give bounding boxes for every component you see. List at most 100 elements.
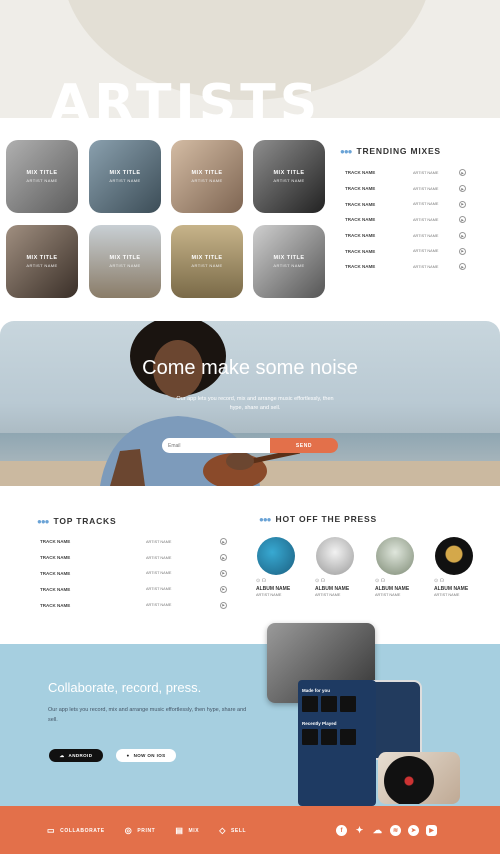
table-row[interactable]: TRACK NAME ARTIST NAME ▶ (340, 165, 500, 181)
footer-link-mix[interactable]: ▤ MIX (175, 826, 199, 835)
mix-card[interactable]: MIX TITLE ARTIST NAME (89, 140, 161, 213)
twitter-icon[interactable]: ✦ (354, 825, 365, 836)
play-icon[interactable]: ⊙ (256, 578, 260, 584)
table-row[interactable]: TRACK NAME ARTIST NAME ▶ (37, 566, 237, 582)
send-button[interactable]: SEND (270, 438, 338, 453)
play-icon[interactable]: ▶ (459, 169, 466, 177)
mix-artist: ARTIST NAME (191, 263, 223, 268)
facebook-icon[interactable]: f (336, 825, 347, 836)
table-row[interactable]: TRACK NAME ARTIST NAME ▶ (37, 550, 237, 566)
mix-title: MIX TITLE (109, 170, 141, 176)
table-row[interactable]: TRACK NAME ARTIST NAME ▶ (37, 581, 237, 597)
album-tile (321, 696, 337, 712)
album-tile (302, 696, 318, 712)
play-icon[interactable]: ▶ (220, 601, 227, 609)
album-tile (340, 696, 356, 712)
mix-artist: ARTIST NAME (109, 178, 141, 183)
album-actions: ⊙ ☊ (256, 578, 306, 584)
play-icon[interactable]: ⊙ (375, 578, 379, 584)
signup-banner: Come make some noise Our app lets you re… (0, 321, 500, 486)
hero-title: ARTISTS (50, 74, 322, 118)
table-row[interactable]: TRACK NAME ARTIST NAME ▶ (340, 243, 500, 259)
play-icon[interactable]: ▶ (220, 554, 227, 562)
mix-card[interactable]: MIX TITLE ARTIST NAME (253, 225, 325, 298)
play-icon[interactable]: ▶ (220, 569, 227, 577)
mix-card[interactable]: MIX TITLE ARTIST NAME (253, 140, 325, 213)
hero-section: ARTISTS (0, 0, 500, 118)
table-row[interactable]: TRACK NAME ARTIST NAME ▶ (37, 534, 237, 550)
table-row[interactable]: TRACK NAME ARTIST NAME ▶ (340, 181, 500, 197)
android-icon: ☁ (59, 752, 65, 758)
vinyl-record (384, 756, 434, 804)
headphones-icon[interactable]: ☊ (440, 578, 444, 584)
play-icon[interactable]: ▶ (459, 263, 466, 271)
headphones-icon[interactable]: ☊ (262, 578, 266, 584)
mix-card[interactable]: MIX TITLE ARTIST NAME (89, 225, 161, 298)
mix-title: MIX TITLE (273, 170, 305, 176)
album-card[interactable]: ⊙ ☊ ALBUM NAME ARTIST NAME (256, 537, 306, 597)
mix-title: MIX TITLE (26, 255, 58, 261)
phone-mockup: Made for you Recently Played (298, 680, 376, 806)
vinyl-photo (378, 752, 460, 804)
mix-card[interactable]: MIX TITLE ARTIST NAME (6, 140, 78, 213)
android-button[interactable]: ☁ ANDROID (49, 749, 103, 762)
headphones-icon[interactable]: ☊ (321, 578, 325, 584)
pinterest-icon[interactable]: ➤ (408, 825, 419, 836)
album-card[interactable]: ⊙ ☊ ALBUM NAME ARTIST NAME (375, 537, 425, 597)
album-cover (316, 537, 354, 575)
youtube-icon[interactable]: ▶ (426, 825, 437, 836)
social-links: f ✦ ☁ ≋ ➤ ▶ (336, 825, 437, 836)
album-card[interactable]: ⊙ ☊ ALBUM NAME ARTIST NAME (315, 537, 365, 597)
play-icon[interactable]: ⊙ (315, 578, 319, 584)
phone-tiles (298, 726, 376, 748)
mix-card[interactable]: MIX TITLE ARTIST NAME (6, 225, 78, 298)
mix-title: MIX TITLE (273, 255, 305, 261)
mix-card[interactable]: MIX TITLE ARTIST NAME (171, 225, 243, 298)
table-row[interactable]: TRACK NAME ARTIST NAME ▶ (340, 212, 500, 228)
press-title: ●●● HOT OFF THE PRESS (259, 514, 377, 524)
mix-title: MIX TITLE (26, 170, 58, 176)
soundcloud-icon[interactable]: ☁ (372, 825, 383, 836)
disc-icon: ◎ (124, 826, 133, 835)
top-tracks-title: ●●● TOP TRACKS (37, 516, 117, 526)
ios-button[interactable]: ● NOW ON IOS (116, 749, 176, 762)
apple-icon: ● (126, 753, 130, 758)
play-icon[interactable]: ⊙ (434, 578, 438, 584)
play-icon[interactable]: ▶ (220, 585, 227, 593)
mix-artist: ARTIST NAME (273, 263, 305, 268)
top-tracks: ●●● TOP TRACKS TRACK NAME ARTIST NAME ▶ TR… (37, 516, 237, 613)
play-icon[interactable]: ▶ (459, 247, 466, 255)
album-cover (435, 537, 473, 575)
dots-icon: ●●● (340, 146, 352, 156)
play-icon[interactable]: ▶ (459, 232, 466, 240)
play-icon[interactable]: ▶ (220, 538, 227, 546)
footer-link-print[interactable]: ◎ PRINT (125, 826, 156, 835)
album-card[interactable]: ⊙ ☊ ALBUM NAME ARTIST NAME (434, 537, 484, 597)
album-actions: ⊙ ☊ (375, 578, 425, 584)
play-icon[interactable]: ▶ (459, 185, 466, 193)
footer-link-collaborate[interactable]: ▭ COLLABORATE (47, 826, 105, 835)
hot-off-the-press: ●●● HOT OFF THE PRESS (259, 514, 494, 524)
mix-artist: ARTIST NAME (191, 178, 223, 183)
play-icon[interactable]: ▶ (459, 200, 466, 208)
table-row[interactable]: TRACK NAME ARTIST NAME ▶ (340, 259, 500, 275)
play-icon[interactable]: ▶ (459, 216, 466, 224)
spotify-icon[interactable]: ≋ (390, 825, 401, 836)
footer-link-sell[interactable]: ◇ SELL (219, 826, 246, 835)
headphones-icon[interactable]: ☊ (381, 578, 385, 584)
table-row[interactable]: TRACK NAME ARTIST NAME ▶ (37, 597, 237, 613)
email-input[interactable] (162, 438, 270, 453)
sliders-icon: ▤ (175, 826, 184, 835)
album-actions: ⊙ ☊ (315, 578, 365, 584)
banner-heading: Come make some noise (142, 357, 358, 379)
mix-card[interactable]: MIX TITLE ARTIST NAME (171, 140, 243, 213)
mix-artist: ARTIST NAME (273, 178, 305, 183)
chat-icon: ▭ (47, 826, 56, 835)
mix-title: MIX TITLE (191, 255, 223, 261)
table-row[interactable]: TRACK NAME ARTIST NAME ▶ (340, 228, 500, 244)
mix-artist: ARTIST NAME (26, 263, 58, 268)
table-row[interactable]: TRACK NAME ARTIST NAME ▶ (340, 196, 500, 212)
trending-title: ●●● TRENDING MIXES (340, 146, 441, 156)
album-cover (257, 537, 295, 575)
dots-icon: ●●● (259, 514, 271, 524)
